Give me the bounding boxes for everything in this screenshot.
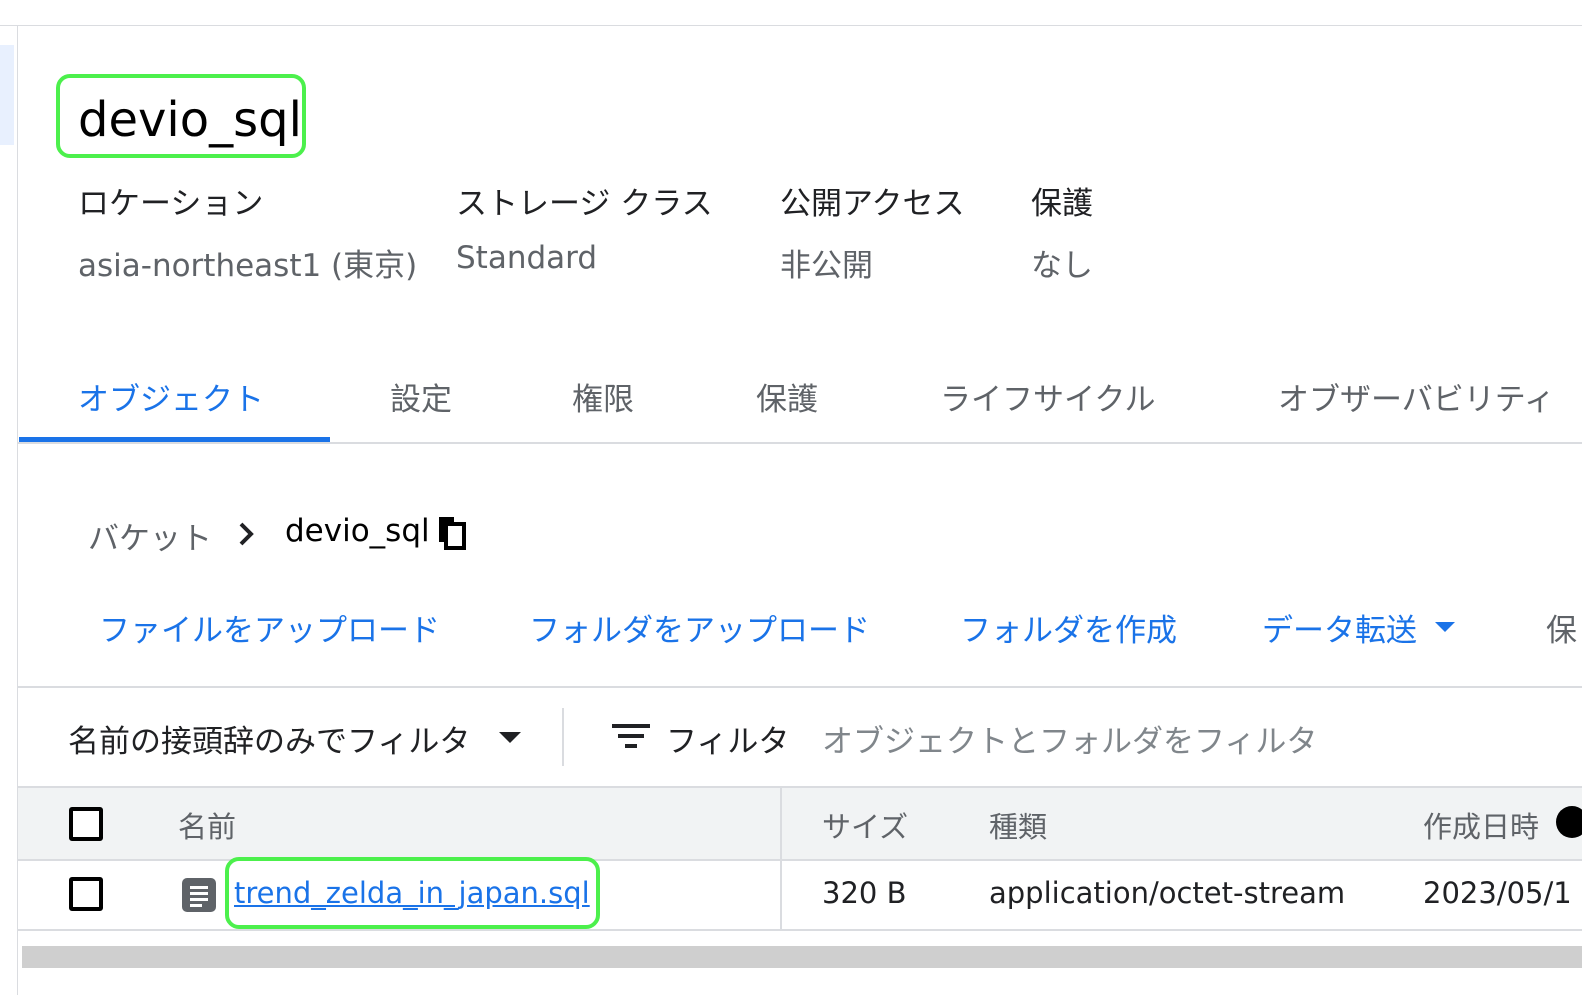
caret-down-icon xyxy=(1435,622,1455,632)
tab-settings[interactable]: 設定 xyxy=(390,374,452,419)
file-size: 320 B xyxy=(822,876,907,910)
row-bottom-divider xyxy=(18,929,1582,931)
upload-file-button[interactable]: ファイルをアップロード xyxy=(99,605,440,650)
meta-public-access-label: 公開アクセス xyxy=(780,186,965,222)
meta-protection-label: 保護 xyxy=(1031,186,1093,222)
meta-protection-value: なし xyxy=(1031,248,1093,284)
top-bar xyxy=(0,0,1582,26)
horizontal-scrollbar[interactable] xyxy=(22,946,1582,968)
filter-divider xyxy=(562,708,564,766)
column-header-created[interactable]: 作成日時 xyxy=(1423,804,1539,846)
file-type: application/octet-stream xyxy=(989,876,1346,910)
meta-storage-class-label: ストレージ クラス xyxy=(456,186,713,222)
row-checkbox[interactable] xyxy=(69,877,103,911)
column-header-name[interactable]: 名前 xyxy=(178,804,236,846)
file-created: 2023/05/1 xyxy=(1423,876,1572,910)
upload-folder-button[interactable]: フォルダをアップロード xyxy=(529,605,870,650)
breadcrumb-current: devio_sql xyxy=(285,513,430,549)
meta-location-value: asia-northeast1 (東京) xyxy=(78,248,418,284)
filter-label[interactable]: フィルタ xyxy=(666,716,789,761)
tab-observability[interactable]: オブザーバビリティ xyxy=(1278,374,1555,419)
copy-icon[interactable] xyxy=(436,514,468,552)
caret-down-icon[interactable] xyxy=(498,730,522,744)
column-header-type[interactable]: 種類 xyxy=(989,804,1047,846)
breadcrumb-root[interactable]: バケット xyxy=(88,513,212,558)
help-icon[interactable] xyxy=(1556,806,1582,838)
table-header xyxy=(18,788,1582,859)
chevron-right-icon xyxy=(239,522,254,546)
filter-lines-icon[interactable] xyxy=(612,722,650,750)
toolbar-divider xyxy=(18,686,1582,688)
file-doc-icon xyxy=(182,878,216,912)
left-nav-accent xyxy=(0,45,14,145)
tab-permissions[interactable]: 権限 xyxy=(572,374,634,419)
tabs-border xyxy=(18,442,1582,444)
meta-location-label: ロケーション xyxy=(78,186,264,222)
meta-storage-class-value: Standard xyxy=(456,240,598,276)
prefix-filter-dropdown[interactable]: 名前の接頭辞のみでフィルタ xyxy=(68,716,470,761)
file-name-link[interactable]: trend_zelda_in_japan.sql xyxy=(234,876,590,910)
protect-button[interactable]: 保 xyxy=(1546,605,1577,650)
create-folder-button[interactable]: フォルダを作成 xyxy=(960,605,1177,650)
select-all-checkbox[interactable] xyxy=(69,807,103,841)
meta-public-access-value: 非公開 xyxy=(780,248,873,284)
data-transfer-button[interactable]: データ転送 xyxy=(1262,605,1417,650)
tab-lifecycle[interactable]: ライフサイクル xyxy=(940,374,1155,419)
tab-protection[interactable]: 保護 xyxy=(756,374,818,419)
column-header-size[interactable]: サイズ xyxy=(822,804,908,846)
bucket-title: devio_sql xyxy=(78,92,302,148)
filter-input[interactable]: オブジェクトとフォルダをフィルタ xyxy=(822,716,1317,761)
tab-objects[interactable]: オブジェクト xyxy=(78,374,264,419)
